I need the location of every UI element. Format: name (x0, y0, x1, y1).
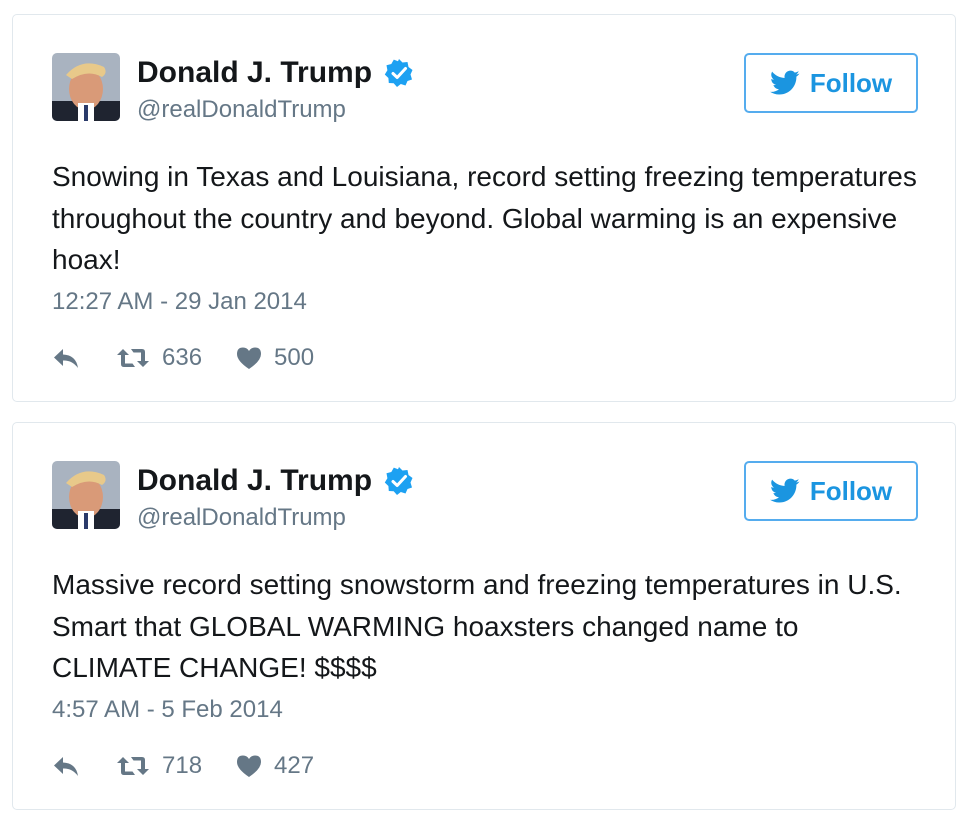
retweet-count: 636 (162, 344, 203, 371)
retweet-icon (116, 755, 150, 777)
follow-label: Follow (809, 475, 893, 506)
tweet-timestamp[interactable]: 12:27 AM - 29 Jan 2014 (52, 286, 307, 318)
author-handle[interactable]: @realDonaldTrump (137, 94, 346, 126)
like-count: 500 (274, 344, 315, 371)
tweet-card: Donald J. Trump @realDonaldTrump Follow … (12, 14, 956, 402)
tweet-text: Snowing in Texas and Louisiana, record s… (52, 161, 917, 275)
tweet-text: Massive record setting snowstorm and fre… (52, 569, 902, 683)
author-handle[interactable]: @realDonaldTrump (137, 502, 346, 534)
retweet-button[interactable]: 636 (116, 344, 202, 372)
tweet-timestamp[interactable]: 4:57 AM - 5 Feb 2014 (52, 694, 283, 726)
reply-button[interactable] (52, 755, 80, 777)
avatar[interactable] (52, 461, 120, 529)
tweet-actions: 636 500 (52, 341, 314, 375)
reply-button[interactable] (52, 347, 80, 369)
like-count: 427 (274, 752, 315, 779)
heart-icon (236, 754, 262, 778)
reply-icon (52, 347, 80, 369)
verified-badge-icon (384, 466, 414, 496)
verified-badge-icon (384, 58, 414, 88)
author-name[interactable]: Donald J. Trump (137, 463, 414, 499)
retweet-icon (116, 347, 150, 369)
like-button[interactable]: 427 (236, 752, 314, 780)
tweet-card: Donald J. Trump @realDonaldTrump Follow … (12, 422, 956, 810)
tweet-actions: 718 427 (52, 749, 314, 783)
like-button[interactable]: 500 (236, 344, 314, 372)
retweet-count: 718 (162, 752, 203, 779)
author-name-text[interactable]: Donald J. Trump (137, 463, 372, 499)
retweet-button[interactable]: 718 (116, 752, 202, 780)
author-name-text[interactable]: Donald J. Trump (137, 55, 372, 91)
follow-label: Follow (809, 67, 893, 98)
heart-icon (236, 346, 262, 370)
twitter-bird-icon (769, 478, 800, 504)
twitter-bird-icon (769, 70, 800, 96)
author-name[interactable]: Donald J. Trump (137, 55, 414, 91)
follow-button[interactable]: Follow (744, 53, 918, 113)
avatar[interactable] (52, 53, 120, 121)
reply-icon (52, 755, 80, 777)
follow-button[interactable]: Follow (744, 461, 918, 521)
